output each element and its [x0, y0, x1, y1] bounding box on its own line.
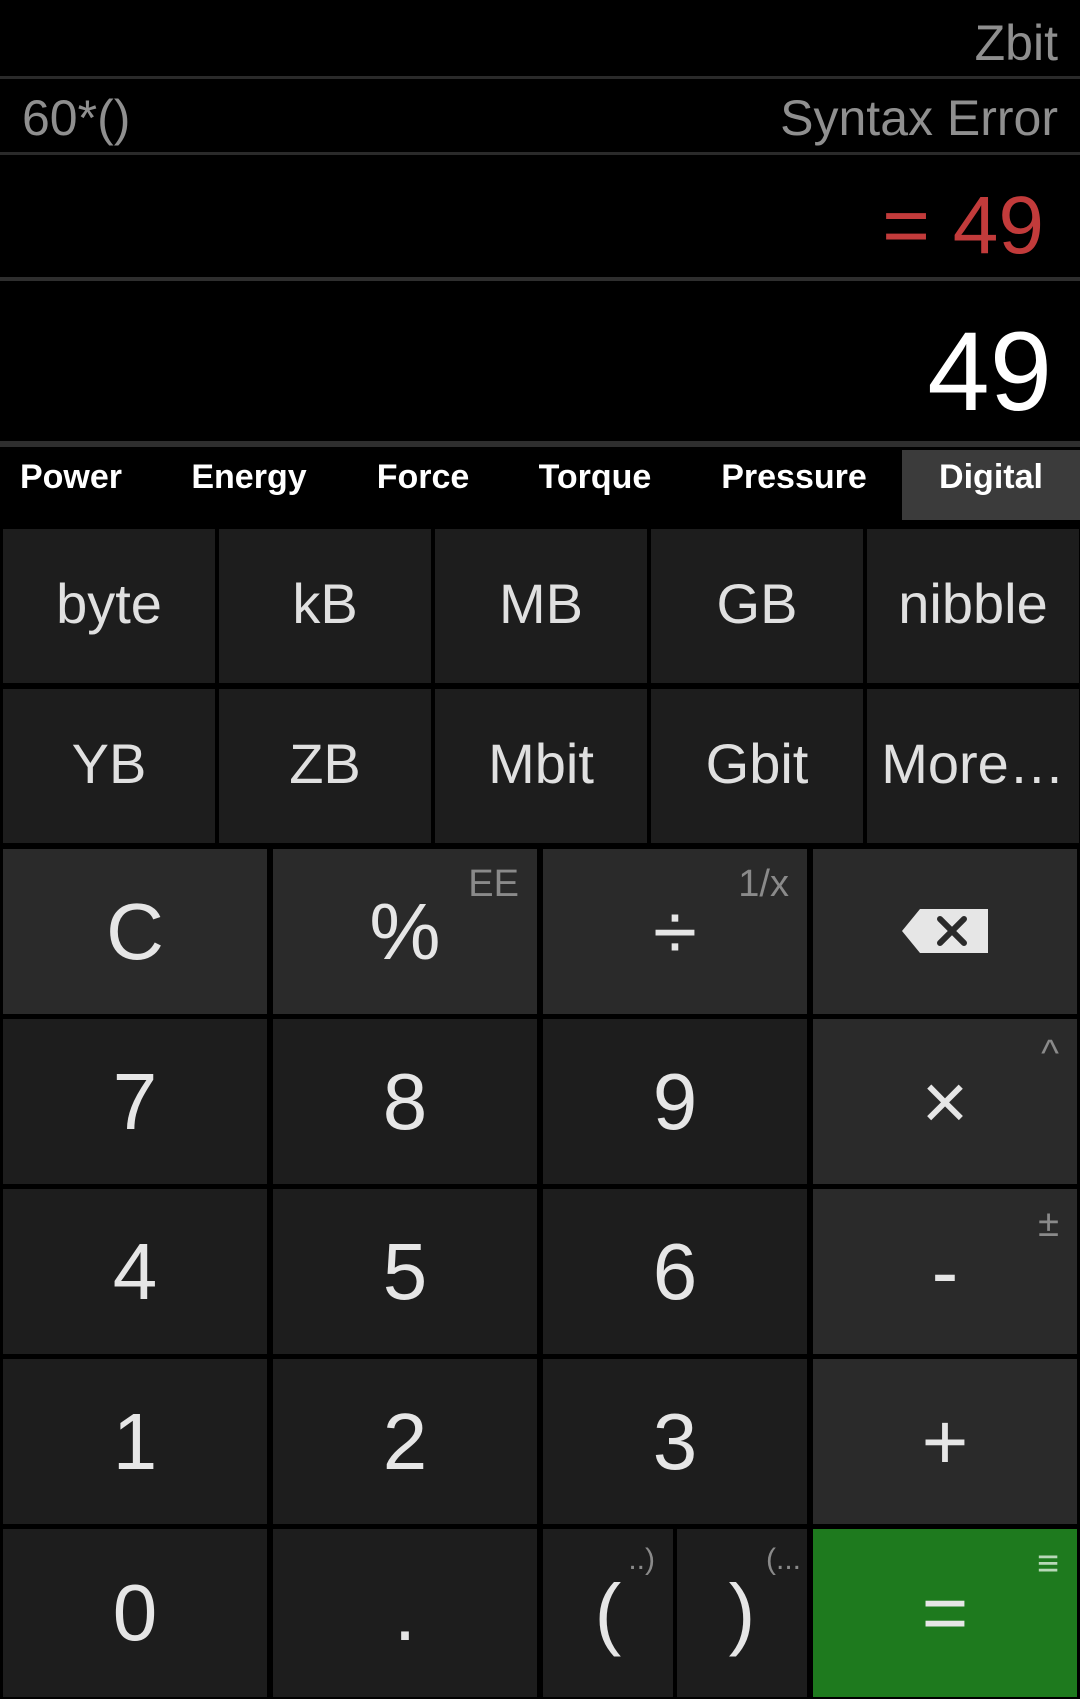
- keypad: C % EE ÷ 1/x 7 8 9 × ^ 4 5 6 - ± 1 2 3 +…: [0, 846, 1080, 1699]
- unit-label: nibble: [898, 572, 1048, 635]
- key-sub-label: 1/x: [738, 863, 789, 905]
- unit-label: MB: [499, 572, 583, 635]
- unit-label: Mbit: [488, 732, 594, 795]
- unit-gbit-button[interactable]: Gbit: [651, 689, 863, 915]
- unit-grid: byte kB MB GB nibble YB ZB Mbit Gbit Mor…: [0, 526, 1080, 915]
- unit-label: More…: [881, 732, 1065, 795]
- key-label: C: [106, 886, 164, 976]
- unit-label: Gbit: [705, 732, 809, 795]
- tab-digital[interactable]: Digital: [902, 450, 1080, 520]
- key-label: 1: [112, 1396, 158, 1486]
- digit-6-button[interactable]: 6: [543, 1189, 807, 1354]
- key-label: 3: [652, 1396, 698, 1486]
- equals-button[interactable]: = ≡: [813, 1529, 1077, 1697]
- digit-1-button[interactable]: 1: [3, 1359, 267, 1524]
- key-label: 8: [382, 1056, 428, 1146]
- more-dots-icon: [579, 661, 633, 755]
- digit-7-button[interactable]: 7: [3, 1019, 267, 1184]
- more-dots-icon: [795, 821, 849, 915]
- key-sub-label: ^: [1041, 1033, 1059, 1075]
- entry-value: 49: [927, 309, 1052, 434]
- entry-display[interactable]: 49: [0, 281, 1080, 447]
- key-label: 0: [112, 1568, 158, 1657]
- unit-gb-button[interactable]: GB: [651, 529, 863, 755]
- unit-label: kB: [292, 572, 358, 635]
- key-label: 6: [652, 1226, 698, 1316]
- history-line-2[interactable]: 60*() Syntax Error: [0, 79, 1080, 155]
- close-paren-button[interactable]: ) (...: [677, 1529, 807, 1697]
- tab-torque[interactable]: Torque: [528, 450, 662, 520]
- percent-button[interactable]: % EE: [273, 849, 537, 1014]
- unit-more-button[interactable]: More…: [867, 689, 1079, 843]
- tab-power[interactable]: Power: [0, 450, 142, 520]
- multiply-button[interactable]: × ^: [813, 1019, 1077, 1184]
- key-label: 7: [112, 1056, 158, 1146]
- more-dots-icon: [147, 821, 201, 915]
- key-label: 5: [382, 1226, 428, 1316]
- divide-button[interactable]: ÷ 1/x: [543, 849, 807, 1014]
- key-label: (: [594, 1568, 622, 1657]
- menu-icon: ≡: [1036, 1543, 1059, 1585]
- digit-0-button[interactable]: 0: [3, 1529, 267, 1697]
- unit-kb-button[interactable]: kB: [219, 529, 431, 755]
- key-label: ): [728, 1568, 756, 1657]
- digit-5-button[interactable]: 5: [273, 1189, 537, 1354]
- result-value: = 49: [882, 180, 1044, 271]
- unit-nibble-button[interactable]: nibble: [867, 529, 1079, 755]
- key-label: .: [393, 1568, 417, 1657]
- more-dots-icon: [1011, 661, 1065, 755]
- key-sub-label: ..): [628, 1543, 655, 1576]
- digit-2-button[interactable]: 2: [273, 1359, 537, 1524]
- more-dots-icon: [795, 661, 849, 755]
- backspace-icon: [902, 909, 988, 953]
- minus-button[interactable]: - ±: [813, 1189, 1077, 1354]
- clear-button[interactable]: C: [3, 849, 267, 1014]
- backspace-button[interactable]: [813, 849, 1077, 1014]
- tab-pressure[interactable]: Pressure: [712, 450, 876, 520]
- key-sub-label: (...: [766, 1543, 801, 1576]
- tab-force[interactable]: Force: [360, 450, 486, 520]
- unit-mbit-button[interactable]: Mbit: [435, 689, 647, 915]
- unit-label: YB: [71, 732, 147, 795]
- unit-label: GB: [716, 572, 798, 635]
- key-label: 4: [112, 1226, 158, 1316]
- tab-energy[interactable]: Energy: [178, 450, 320, 520]
- unit-byte-button[interactable]: byte: [3, 529, 215, 755]
- digit-4-button[interactable]: 4: [3, 1189, 267, 1354]
- digit-9-button[interactable]: 9: [543, 1019, 807, 1184]
- open-paren-button[interactable]: ( ..): [543, 1529, 673, 1697]
- more-dots-icon: [363, 661, 417, 755]
- more-dots-icon: [363, 821, 417, 915]
- key-label: 2: [382, 1396, 428, 1486]
- history-line-1[interactable]: Zbit: [0, 0, 1080, 79]
- result-display[interactable]: = 49: [0, 155, 1080, 281]
- plus-button[interactable]: +: [813, 1359, 1077, 1524]
- history-line-1-text: Zbit: [974, 15, 1058, 71]
- unit-zb-button[interactable]: ZB: [219, 689, 431, 915]
- unit-label: byte: [56, 572, 162, 635]
- key-label: 9: [652, 1056, 698, 1146]
- unit-yb-button[interactable]: YB: [3, 689, 215, 915]
- more-dots-icon: [579, 821, 633, 915]
- key-label: ×: [921, 1056, 969, 1146]
- unit-mb-button[interactable]: MB: [435, 529, 647, 755]
- category-tabs: Power Energy Force Torque Pressure Digit…: [0, 450, 1080, 520]
- history-error: Syntax Error: [780, 90, 1058, 146]
- key-sub-label: ±: [1038, 1203, 1059, 1245]
- unit-label: ZB: [289, 732, 361, 795]
- decimal-button[interactable]: .: [273, 1529, 537, 1697]
- more-dots-icon: [147, 661, 201, 755]
- history-expression: 60*(): [22, 90, 131, 146]
- digit-3-button[interactable]: 3: [543, 1359, 807, 1524]
- key-label: +: [921, 1396, 969, 1486]
- key-sub-label: EE: [468, 863, 519, 905]
- digit-8-button[interactable]: 8: [273, 1019, 537, 1184]
